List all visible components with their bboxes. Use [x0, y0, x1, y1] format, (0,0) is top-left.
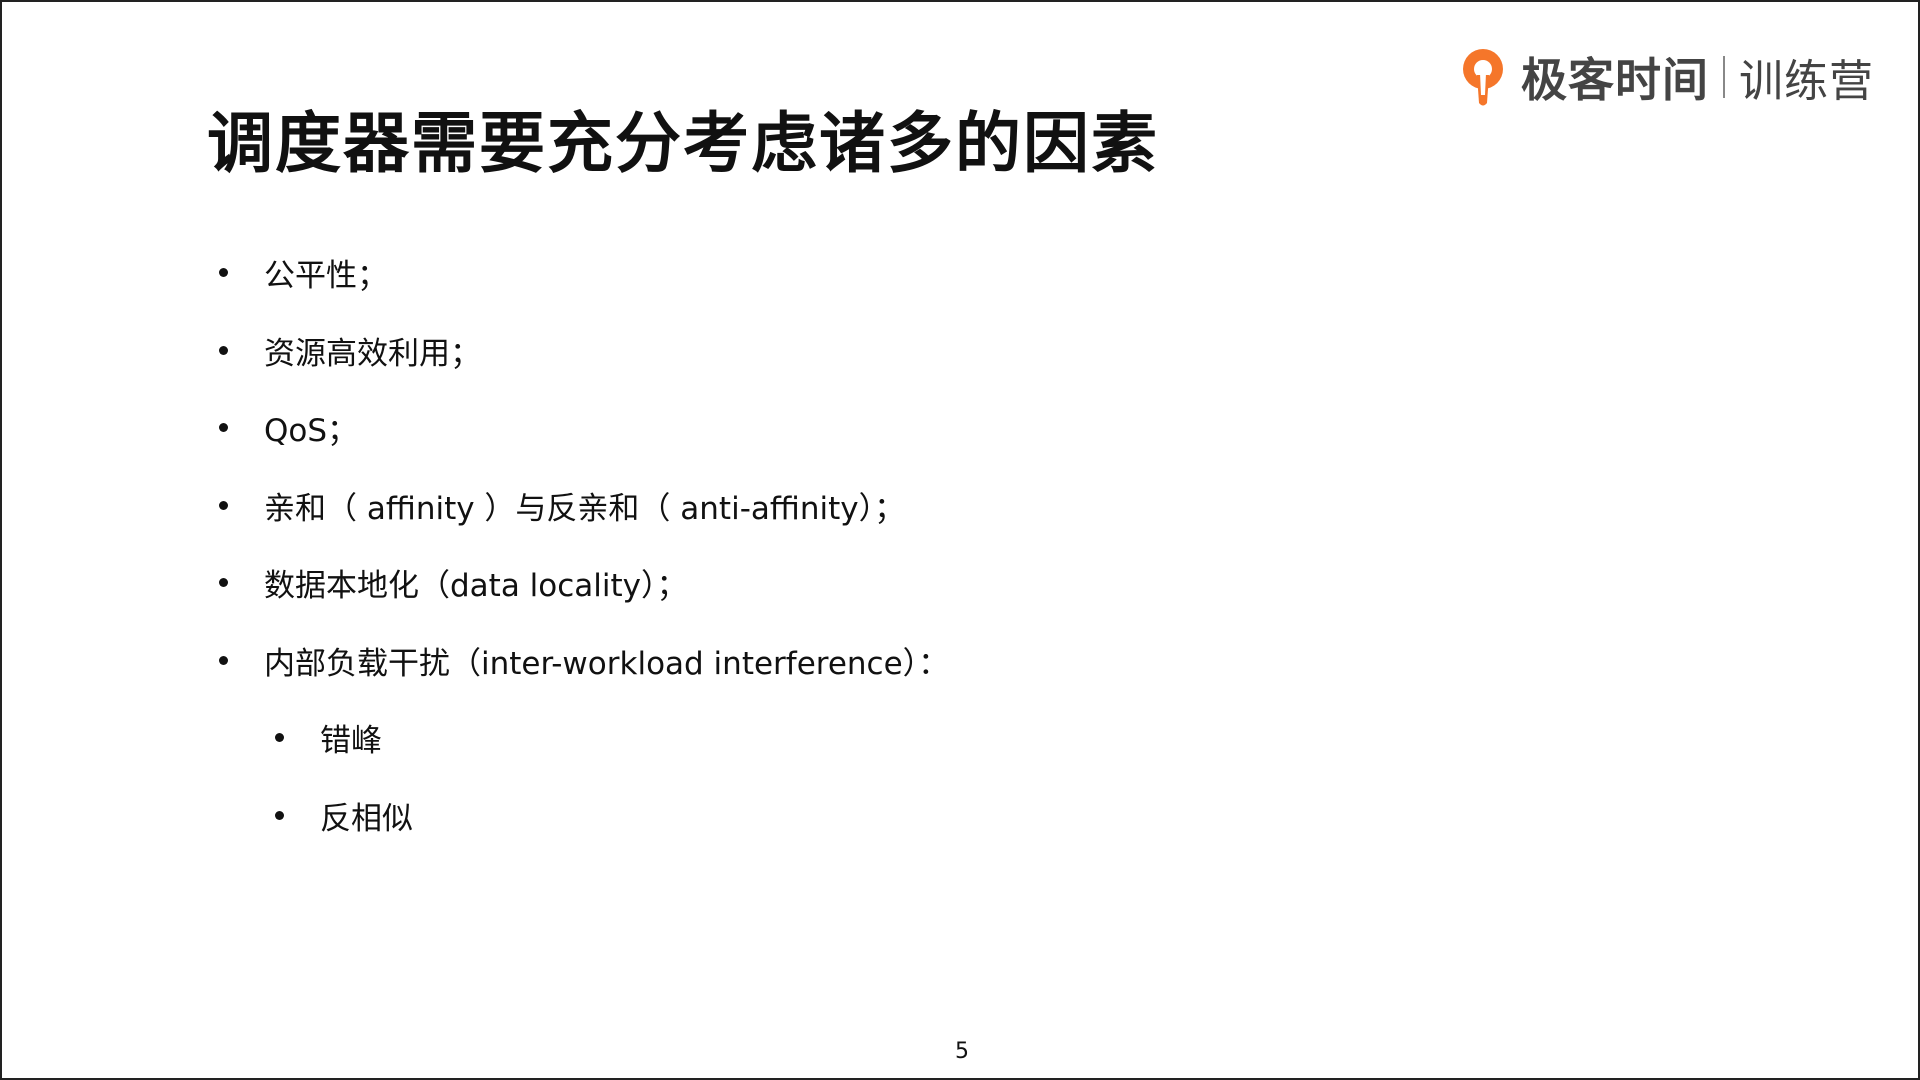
brand-logo: 极客时间 训练营 — [1457, 44, 1874, 110]
slide: 调度器需要充分考虑诸多的因素 极客时间 训练营 公平性； 资源高效利用； QoS… — [0, 0, 1920, 1080]
bullet-dot-icon — [219, 656, 228, 665]
bullet-text: 公平性； — [264, 258, 388, 294]
bullet-dot-icon — [219, 346, 228, 355]
sub-bullet-item: 错峰 — [275, 715, 382, 760]
bullet-text: 资源高效利用； — [264, 336, 481, 372]
bullet-item: 内部负载干扰（inter-workload interference）： — [219, 638, 949, 683]
bullet-item: 资源高效利用； — [219, 328, 481, 373]
bullet-dot-icon — [219, 501, 228, 510]
bullet-text: 亲和（ affinity ）与反亲和（ anti-affinity）； — [264, 491, 906, 527]
logo-divider — [1723, 56, 1725, 98]
sub-bullet-item: 反相似 — [275, 793, 413, 838]
bullet-item: QoS； — [219, 405, 358, 450]
bullet-text: QoS； — [264, 413, 359, 449]
bullet-item: 亲和（ affinity ）与反亲和（ anti-affinity）； — [219, 483, 905, 528]
page-number: 5 — [955, 1039, 969, 1064]
bullet-dot-icon — [275, 733, 284, 742]
bullet-item: 数据本地化（data locality）； — [219, 560, 688, 605]
geektime-logo-icon — [1463, 49, 1503, 106]
bullet-dot-icon — [275, 811, 284, 820]
bullet-dot-icon — [219, 268, 228, 277]
bullet-dot-icon — [219, 423, 228, 432]
bullet-text: 数据本地化（data locality）； — [264, 568, 688, 604]
slide-title: 调度器需要充分考虑诸多的因素 — [207, 105, 1159, 182]
logo-sub-text: 训练营 — [1739, 56, 1874, 107]
bullet-dot-icon — [219, 578, 228, 587]
bullet-item: 公平性； — [219, 250, 388, 295]
bullet-text: 内部负载干扰（inter-workload interference）： — [264, 646, 950, 682]
bullet-text: 反相似 — [320, 801, 413, 837]
bullet-text: 错峰 — [320, 723, 382, 759]
logo-brand-text: 极客时间 — [1521, 53, 1709, 107]
